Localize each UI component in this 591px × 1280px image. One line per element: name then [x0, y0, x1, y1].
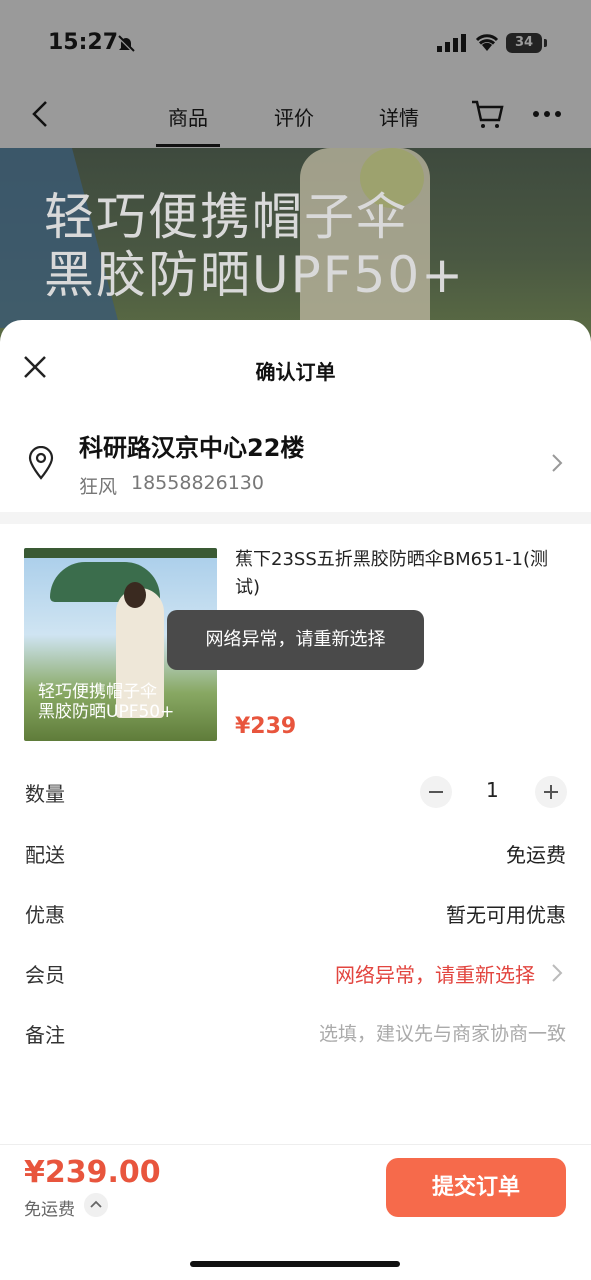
image-text-line2: 黑胶防晒UPF50+	[38, 702, 175, 722]
image-model-head	[124, 582, 146, 608]
note-label: 备注	[25, 1023, 65, 1047]
shipping-note: 免运费	[24, 1200, 75, 1220]
note-input[interactable]: 选填，建议先与商家协商一致	[319, 1019, 566, 1046]
member-label: 会员	[25, 963, 65, 987]
error-toast: 网络异常，请重新选择	[167, 610, 424, 670]
address-row[interactable]: 科研路汉京中心22楼 狂风 18558826130	[0, 416, 591, 512]
chevron-right-icon	[552, 454, 563, 472]
image-top-strip	[24, 548, 217, 558]
quantity-row: 数量 1	[0, 762, 591, 822]
plus-icon[interactable]	[535, 776, 567, 808]
minus-icon[interactable]	[420, 776, 452, 808]
confirm-order-sheet: 确认订单 科研路汉京中心22楼 狂风 18558826130 轻巧便携帽子伞 黑…	[0, 320, 591, 1280]
product-nav: 商品 评价 详情	[0, 88, 591, 148]
tab-product[interactable]: 商品	[156, 102, 220, 147]
member-value: 网络异常，请重新选择	[335, 963, 535, 987]
banner-text: 轻巧便携帽子伞 黑胶防晒UPF50+	[44, 188, 465, 304]
battery-icon: 34	[506, 33, 547, 53]
recipient-phone: 18558826130	[131, 472, 264, 494]
coupon-row[interactable]: 优惠 暂无可用优惠	[0, 883, 591, 943]
product-price: ¥239	[235, 714, 297, 739]
sheet-title: 确认订单	[255, 360, 336, 384]
status-time: 15:27	[48, 30, 119, 55]
section-divider	[0, 512, 591, 524]
image-text-line1: 轻巧便携帽子伞	[38, 682, 157, 702]
quantity-label: 数量	[25, 782, 65, 806]
member-row[interactable]: 会员 网络异常，请重新选择	[0, 943, 591, 1003]
bell-off-icon	[117, 35, 135, 53]
cart-icon[interactable]	[470, 98, 504, 130]
delivery-label: 配送	[25, 843, 65, 867]
checkout-bar: ¥239.00 免运费 提交订单	[0, 1144, 591, 1280]
product-banner: 轻巧便携帽子伞 黑胶防晒UPF50+	[0, 148, 591, 348]
banner-line2: 黑胶防晒UPF50+	[44, 246, 466, 304]
status-bar: 15:27 34	[0, 0, 591, 88]
recipient-name: 狂风	[79, 476, 118, 498]
product-image-text: 轻巧便携帽子伞 黑胶防晒UPF50+	[38, 682, 174, 722]
signal-icon	[437, 34, 466, 52]
delivery-value: 免运费	[506, 843, 566, 867]
address-line: 科研路汉京中心22楼	[79, 434, 305, 462]
back-icon[interactable]	[26, 98, 56, 130]
chevron-right-icon	[552, 964, 563, 982]
chevron-up-icon[interactable]	[84, 1193, 108, 1217]
product-title: 蕉下23SS五折黑胶防晒伞BM651-1(测试)	[235, 549, 548, 598]
wifi-icon	[475, 34, 499, 51]
coupon-label: 优惠	[25, 903, 65, 927]
more-icon[interactable]	[532, 110, 562, 118]
coupon-value: 暂无可用优惠	[446, 903, 566, 927]
home-indicator	[190, 1261, 400, 1267]
delivery-row: 配送 免运费	[0, 823, 591, 883]
total-price: ¥239.00	[24, 1155, 161, 1190]
banner-line1: 轻巧便携帽子伞	[44, 188, 408, 246]
tab-reviews[interactable]: 评价	[274, 102, 314, 131]
note-row[interactable]: 备注 选填，建议先与商家协商一致	[0, 1003, 591, 1063]
location-pin-icon	[28, 446, 54, 480]
quantity-value: 1	[486, 778, 499, 802]
submit-order-button[interactable]: 提交订单	[386, 1158, 566, 1217]
tab-details[interactable]: 详情	[379, 102, 419, 131]
background-page: 15:27 34 商品 评价 详情 轻巧便携帽子伞 黑胶防晒UPF50+	[0, 0, 591, 348]
